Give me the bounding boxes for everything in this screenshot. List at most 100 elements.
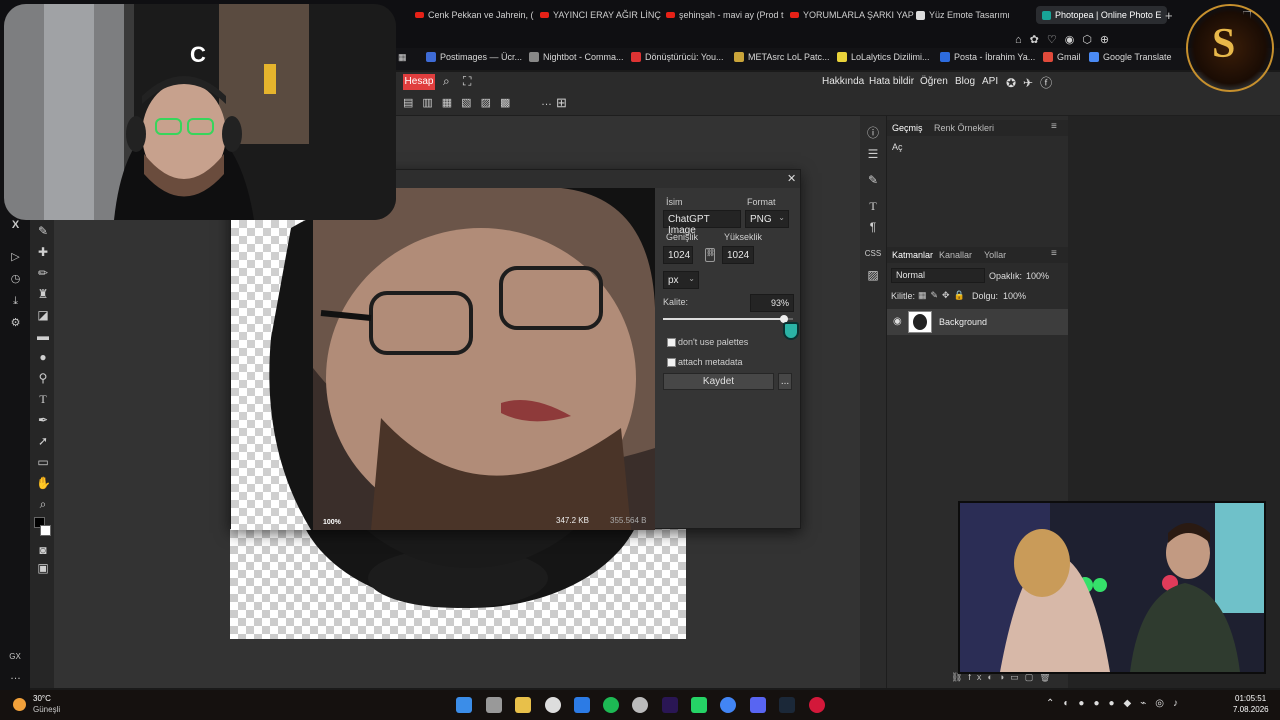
menu-hakkinda[interactable]: Hakkında (822, 76, 864, 87)
rectangle-icon[interactable]: ▭ (36, 455, 50, 469)
quality-slider-track[interactable] (663, 315, 793, 323)
tab-sehinsah[interactable]: şehinşah - mavi ay (Prod t (666, 6, 784, 24)
bookmark-posta[interactable]: Posta - İbrahim Ya... (940, 52, 1035, 62)
layer-name[interactable]: Background (939, 317, 987, 327)
blur-icon[interactable]: ● (36, 350, 50, 364)
menu-api[interactable]: API (982, 76, 998, 87)
opera-gx-icon[interactable] (809, 697, 825, 713)
social-icons[interactable]: ✪✈ⓕ (1006, 74, 1059, 91)
panel-menu-icon[interactable]: ≡ (1051, 121, 1057, 132)
height-input[interactable]: 1024 (722, 246, 754, 264)
align-icons[interactable]: ▤▥▦▧▨▩ (403, 96, 519, 109)
bookmark-nightbot[interactable]: Nightbot - Comma... (529, 52, 624, 62)
tab-paths[interactable]: Yollar (984, 250, 1006, 260)
spotify-icon[interactable] (603, 697, 619, 713)
quality-value[interactable]: 93% (750, 294, 794, 312)
new-tab-button[interactable]: + (1165, 6, 1173, 24)
eye-icon[interactable]: ◉ (893, 316, 902, 327)
screen-mode-icon[interactable]: ▣ (36, 561, 50, 575)
history-icon[interactable]: ◷ (9, 273, 22, 286)
healing-icon[interactable]: ✚ (36, 245, 50, 259)
eyedropper-icon[interactable]: ✎ (36, 224, 50, 238)
start-icon[interactable] (456, 697, 472, 713)
menu-hata-bildir[interactable]: Hata bildir (869, 76, 914, 87)
image-icon[interactable]: ▨ (866, 268, 880, 282)
app-icon[interactable] (574, 697, 590, 713)
brush-settings-icon[interactable]: ✎ (866, 173, 880, 187)
gradient-icon[interactable]: ▬ (36, 329, 50, 343)
chrome-icon[interactable] (720, 697, 736, 713)
tab-yayinci[interactable]: YAYINCI ERAY AĞIR LİNÇ (540, 6, 661, 24)
whatsapp-icon[interactable] (691, 697, 707, 713)
tab-layers[interactable]: Katmanlar (892, 250, 933, 260)
path-select-icon[interactable]: ➚ (36, 434, 50, 448)
bookmark-lolalytics[interactable]: LoLalytics Dizilimi... (837, 52, 930, 62)
download-icon[interactable]: ⤓ (9, 295, 22, 308)
tab-swatches[interactable]: Renk Örnekleri (934, 123, 994, 133)
menu-ogren[interactable]: Öğren (920, 76, 948, 87)
menu-blog[interactable]: Blog (955, 76, 975, 87)
steam-icon[interactable] (779, 697, 795, 713)
eraser-icon[interactable]: ◪ (36, 308, 50, 322)
account-button[interactable]: Hesap (403, 74, 435, 90)
opacity-value[interactable]: 100% (1026, 271, 1049, 281)
panel-menu-icon[interactable]: ≡ (1051, 248, 1057, 259)
fill-value[interactable]: 100% (1003, 291, 1026, 301)
adjustments-icon[interactable]: ☰ (866, 147, 880, 161)
brush-icon[interactable]: ✏ (36, 266, 50, 280)
blend-mode-select[interactable]: Normal (891, 268, 985, 283)
tab-cenk-pekkan[interactable]: Cenk Pekkan ve Jahrein, ( (415, 6, 534, 24)
bookmark-metasrc[interactable]: METAsrc LoL Patc... (734, 52, 830, 62)
obs-icon[interactable] (545, 697, 561, 713)
weather-sun-icon[interactable] (13, 698, 26, 711)
dodge-icon[interactable]: ⚲ (36, 371, 50, 385)
attach-metadata-checkbox[interactable] (667, 358, 676, 367)
layer-row-background[interactable]: ◉ Background (887, 309, 1069, 335)
quick-mask-icon[interactable]: ◙ (36, 543, 50, 557)
tab-channels[interactable]: Kanallar (939, 250, 972, 260)
name-input[interactable]: ChatGPT Image (663, 210, 741, 236)
apps-icon[interactable]: ▦ (398, 52, 407, 63)
tab-yorumlarla[interactable]: YORUMLARLA ŞARKI YAP (790, 6, 914, 24)
discord-icon[interactable] (750, 697, 766, 713)
close-icon[interactable]: ✕ (787, 172, 796, 185)
player-icon[interactable]: ▷ (9, 251, 22, 264)
more-options-button[interactable]: ... (778, 373, 792, 390)
bookmark-gmail[interactable]: Gmail (1043, 52, 1081, 62)
lock-icons[interactable]: ▦✎✥🔒 (918, 290, 969, 301)
background-color-swatch[interactable] (40, 525, 51, 536)
premiere-icon[interactable] (662, 697, 678, 713)
stamp-icon[interactable]: ♜ (36, 287, 50, 301)
tab-photopea[interactable]: Photopea | Online Photo E (1036, 6, 1168, 24)
settings-icon[interactable]: ⚙ (9, 317, 22, 330)
more-icon[interactable]: … (9, 670, 22, 683)
format-select[interactable]: PNG ⌄ (745, 210, 789, 228)
overflow-icon[interactable]: … (541, 96, 552, 108)
character-icon[interactable]: T (866, 199, 880, 213)
css-icon[interactable]: CSS (863, 247, 883, 261)
x-icon[interactable]: X (9, 219, 22, 232)
type-icon[interactable]: T (36, 392, 50, 406)
tab-yuz-emote[interactable]: Yüz Emote Tasarımı (916, 6, 1010, 24)
history-item-open[interactable]: Aç (892, 142, 903, 152)
task-view-icon[interactable] (486, 697, 502, 713)
file-explorer-icon[interactable] (515, 697, 531, 713)
save-button[interactable]: Kaydet (663, 373, 774, 390)
link-dimensions-icon[interactable]: ⛓ (705, 248, 715, 262)
grid-icon[interactable]: ⊞ (556, 95, 567, 111)
bookmark-postimages[interactable]: Postimages — Ücr... (426, 52, 522, 62)
search-icon[interactable]: ⌕ (443, 74, 450, 89)
width-input[interactable]: 1024 (663, 246, 693, 264)
extension-icons[interactable]: ⌂✿♡◉⬡⊕ (1015, 33, 1117, 46)
bookmark-donusturucu[interactable]: Dönüştürücü: You... (631, 52, 724, 62)
zoom-icon[interactable]: ⌕ (36, 497, 50, 511)
fullscreen-icon[interactable]: ⛶ (463, 74, 471, 89)
hand-icon[interactable]: ✋ (36, 476, 51, 490)
no-palettes-checkbox[interactable] (667, 338, 676, 347)
unit-select[interactable]: px ⌄ (663, 271, 699, 289)
bookmark-google-translate[interactable]: Google Translate (1089, 52, 1172, 62)
app-icon-2[interactable] (632, 697, 648, 713)
pen-icon[interactable]: ✒ (36, 413, 50, 427)
system-tray-icons[interactable]: ⌃◐●●●◆⌁◎♪ (1046, 698, 1187, 709)
paragraph-icon[interactable]: ¶ (866, 220, 880, 234)
